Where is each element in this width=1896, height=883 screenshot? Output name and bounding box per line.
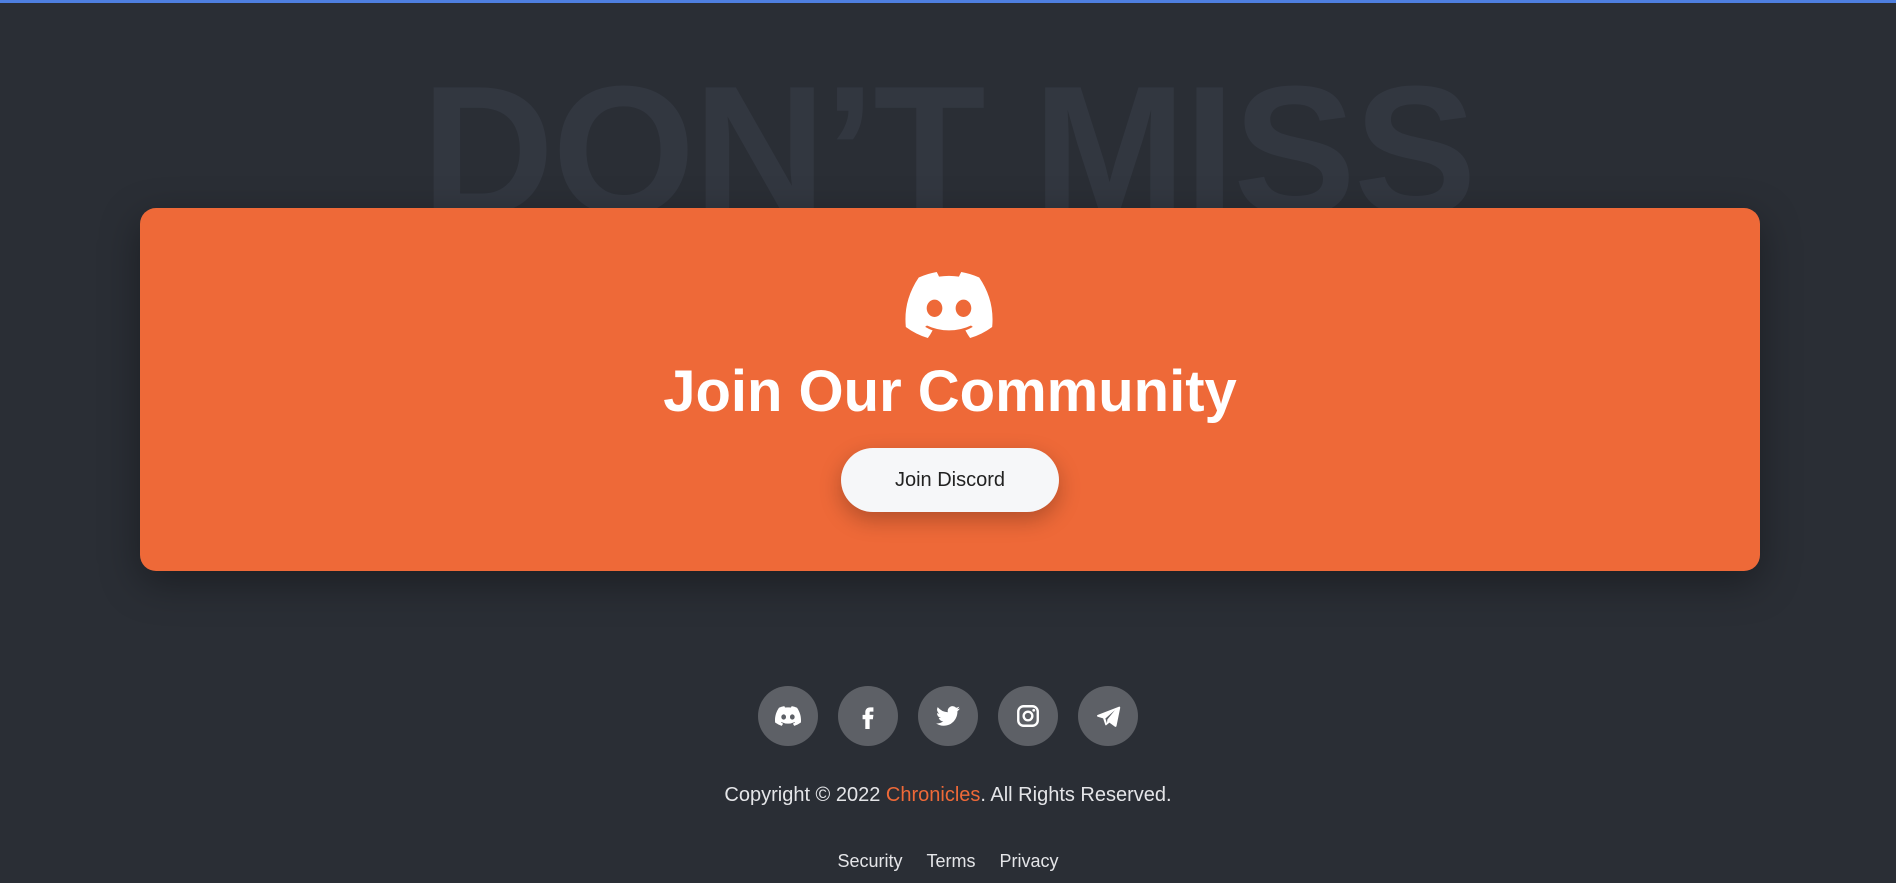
copyright-text: Copyright © 2022 Chronicles. All Rights … <box>0 784 1896 807</box>
footer-links: Security Terms Privacy <box>0 851 1896 872</box>
discord-icon <box>905 272 993 338</box>
footer-link-privacy[interactable]: Privacy <box>1000 851 1059 872</box>
social-twitter-button[interactable] <box>918 686 978 746</box>
social-facebook-button[interactable] <box>838 686 898 746</box>
facebook-icon <box>855 703 881 729</box>
join-discord-button[interactable]: Join Discord <box>841 448 1059 512</box>
twitter-icon <box>935 703 961 729</box>
social-telegram-button[interactable] <box>1078 686 1138 746</box>
footer-link-terms[interactable]: Terms <box>927 851 976 872</box>
top-border <box>0 0 1896 3</box>
discord-icon <box>775 703 801 729</box>
copyright-prefix: Copyright © 2022 <box>724 784 886 806</box>
footer-link-security[interactable]: Security <box>837 851 902 872</box>
copyright-suffix: . All Rights Reserved. <box>980 784 1172 806</box>
social-discord-button[interactable] <box>758 686 818 746</box>
telegram-icon <box>1095 703 1121 729</box>
instagram-icon <box>1015 703 1041 729</box>
social-links <box>0 686 1896 746</box>
brand-link[interactable]: Chronicles <box>886 784 980 806</box>
community-title: Join Our Community <box>663 359 1237 424</box>
social-instagram-button[interactable] <box>998 686 1058 746</box>
join-community-banner: Join Our Community Join Discord <box>140 208 1760 571</box>
